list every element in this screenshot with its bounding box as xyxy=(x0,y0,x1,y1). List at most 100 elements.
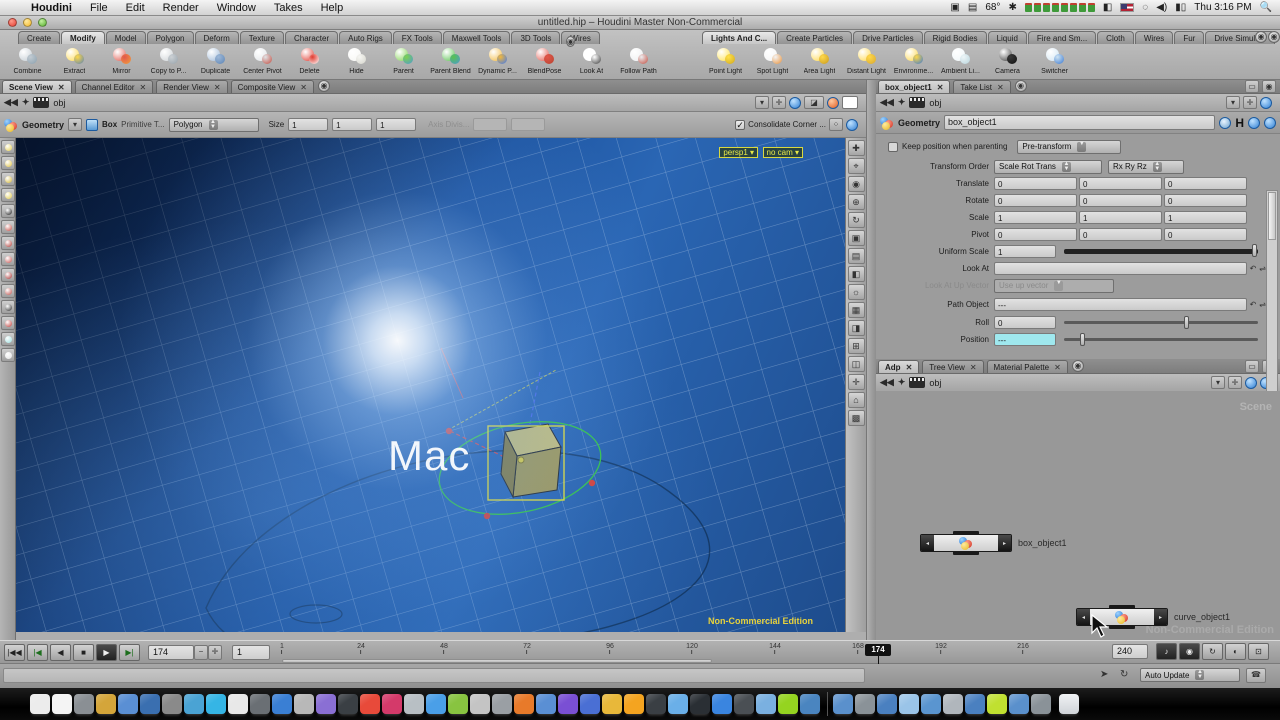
dock-app-icon[interactable] xyxy=(74,694,94,714)
spaces-icon[interactable]: ◧ xyxy=(1103,2,1112,13)
shelf-tab-fire-and-sm-[interactable]: Fire and Sm... xyxy=(1028,31,1096,44)
window-titlebar[interactable]: untitled.hip – Houdini Master Non-Commer… xyxy=(0,16,1280,30)
shelf-tab-auto-rigs[interactable]: Auto Rigs xyxy=(339,31,392,44)
param-field[interactable]: --- xyxy=(994,298,1247,311)
pose-tool-button[interactable] xyxy=(1,268,15,282)
snapshot-button[interactable] xyxy=(842,96,858,109)
dark-tool-button[interactable] xyxy=(1,300,15,314)
new-pane-tab-button[interactable]: ◉ xyxy=(1072,360,1084,372)
pose-tool-button[interactable] xyxy=(1,236,15,250)
op-jump-icon[interactable]: ↶ xyxy=(1250,264,1257,273)
light-tool-button[interactable] xyxy=(1,140,15,154)
node-eye-button[interactable] xyxy=(1219,117,1231,129)
pane-tab-tree-view[interactable]: Tree View✕ xyxy=(922,360,983,373)
dock-app-icon[interactable] xyxy=(52,694,72,714)
shelf-tool-environme-[interactable]: Environme... xyxy=(890,44,937,80)
render-button[interactable] xyxy=(827,97,839,109)
viewport-tool-4-button[interactable]: ↻ xyxy=(848,212,865,228)
display-icon[interactable]: ▣ xyxy=(950,2,959,13)
dock-app-icon[interactable] xyxy=(492,694,512,714)
dock-app-icon[interactable] xyxy=(514,694,534,714)
pane-tab-material-palette[interactable]: Material Palette✕ xyxy=(987,360,1068,373)
shelf-tool-spot-light[interactable]: Spot Light xyxy=(749,44,796,80)
dock-document-icon[interactable] xyxy=(965,694,985,714)
pane-tab-render-view[interactable]: Render View✕ xyxy=(156,80,227,93)
maximize-pane-button[interactable]: ▭ xyxy=(1245,80,1259,93)
pane-tab-channel-editor[interactable]: Channel Editor✕ xyxy=(75,80,154,93)
shelf-tool-delete[interactable]: Delete xyxy=(286,44,333,80)
menu-render[interactable]: Render xyxy=(154,2,208,14)
input-language-flag-icon[interactable] xyxy=(1120,3,1134,12)
shelf-tool-camera[interactable]: Camera xyxy=(984,44,1031,80)
dock-app-icon[interactable] xyxy=(162,694,182,714)
pane-menu-button[interactable]: ◉ xyxy=(1262,80,1276,93)
shelf-tab-3d-tools[interactable]: 3D Tools xyxy=(511,31,560,44)
close-tab-icon[interactable]: ✕ xyxy=(1054,363,1061,372)
shelf-tab-deform[interactable]: Deform xyxy=(195,31,239,44)
close-tab-icon[interactable]: ✕ xyxy=(140,83,147,92)
battery-icon[interactable]: ▮▯ xyxy=(1175,2,1186,13)
link-button[interactable] xyxy=(789,97,801,109)
shelf-tool-distant-light[interactable]: Distant Light xyxy=(843,44,890,80)
start-frame-field[interactable]: 1 xyxy=(232,645,270,660)
dock-app-icon[interactable] xyxy=(778,694,798,714)
pin-button[interactable]: ✛ xyxy=(1243,96,1257,109)
light-tool-button[interactable] xyxy=(1,172,15,186)
param-slider[interactable] xyxy=(1064,338,1258,341)
viewport-tool-2-button[interactable]: ◉ xyxy=(848,176,865,192)
shelf-tool-duplicate[interactable]: Duplicate xyxy=(192,44,239,80)
play-reverse-button[interactable]: ◀ xyxy=(50,644,71,661)
dock-app-icon[interactable] xyxy=(426,694,446,714)
maximize-pane-button[interactable]: ▭ xyxy=(1245,360,1259,373)
primitive-mode-dropdown[interactable]: Polygon▲▼ xyxy=(169,118,259,132)
volume-icon[interactable]: ◀) xyxy=(1156,2,1167,13)
path-text[interactable]: obj xyxy=(929,378,941,388)
shelf-tool-parent-blend[interactable]: Parent Blend xyxy=(427,44,474,80)
close-tab-icon[interactable]: ✕ xyxy=(906,363,913,372)
close-tab-icon[interactable]: ✕ xyxy=(300,83,307,92)
timeline-scrollbar[interactable] xyxy=(282,659,712,663)
bluetooth-icon[interactable]: ◌ xyxy=(1142,2,1148,13)
shelf-tab-texture[interactable]: Texture xyxy=(240,31,284,44)
info-button[interactable] xyxy=(1248,117,1260,129)
cpu-meter-icon[interactable] xyxy=(1025,3,1095,12)
auto-update-dropdown[interactable]: Auto Update▲▼ xyxy=(1140,668,1240,682)
dock-app-icon[interactable] xyxy=(602,694,622,714)
viewport-tool-8-button[interactable]: ☼ xyxy=(848,284,865,300)
shelf-tool-mirror[interactable]: Mirror xyxy=(98,44,145,80)
viewport-tool-6-button[interactable]: ▤ xyxy=(848,248,865,264)
viewport-tool-14-button[interactable]: ⌂ xyxy=(848,392,865,408)
menu-window[interactable]: Window xyxy=(208,2,265,14)
prev-keyframe-button[interactable]: |◀ xyxy=(27,644,48,661)
anim-options-button[interactable]: ⊡ xyxy=(1248,643,1269,660)
pose-tool-button[interactable] xyxy=(1,284,15,298)
path-dropdown-button[interactable]: ▾ xyxy=(1211,376,1225,389)
viewport-tool-15-button[interactable]: ▩ xyxy=(848,410,865,426)
dock-app-icon[interactable] xyxy=(624,694,644,714)
shelf-tab-liquid[interactable]: Liquid xyxy=(988,31,1027,44)
node-flag-right[interactable]: ▸ xyxy=(998,535,1011,551)
dock-app-icon[interactable] xyxy=(404,694,424,714)
param-field[interactable]: 1 xyxy=(994,245,1056,258)
viewport-tool-11-button[interactable]: ⊞ xyxy=(848,338,865,354)
close-tab-icon[interactable]: ✕ xyxy=(997,83,1004,92)
close-tab-icon[interactable]: ✕ xyxy=(937,83,944,92)
path-back-button[interactable]: ◀◀ xyxy=(880,377,894,388)
current-frame-field[interactable]: 174 xyxy=(148,645,194,660)
dock-app-icon[interactable] xyxy=(184,694,204,714)
camera-menu[interactable]: persp1 ▾ no cam ▾ xyxy=(719,142,803,160)
shelf-new-tab-button[interactable]: ◉ xyxy=(1268,31,1280,43)
view-name-badge[interactable]: persp1 ▾ xyxy=(719,147,758,158)
points-button[interactable]: ⁘ xyxy=(829,118,843,131)
shelf-tab-fur[interactable]: Fur xyxy=(1174,31,1204,44)
param-field[interactable]: 0 xyxy=(1164,194,1247,207)
pretransform-dropdown[interactable]: Pre-transform▼ xyxy=(1017,140,1121,154)
menu-help[interactable]: Help xyxy=(312,2,353,14)
houdini-badge[interactable]: H xyxy=(1235,116,1244,130)
dock-app-icon[interactable] xyxy=(272,694,292,714)
shelf-tool-center-pivot[interactable]: Center Pivot xyxy=(239,44,286,80)
dock-document-icon[interactable] xyxy=(987,694,1007,714)
menu-takes[interactable]: Takes xyxy=(265,2,312,14)
param-field[interactable]: 0 xyxy=(1164,228,1247,241)
pane-tab-take-list[interactable]: Take List✕ xyxy=(953,80,1010,93)
